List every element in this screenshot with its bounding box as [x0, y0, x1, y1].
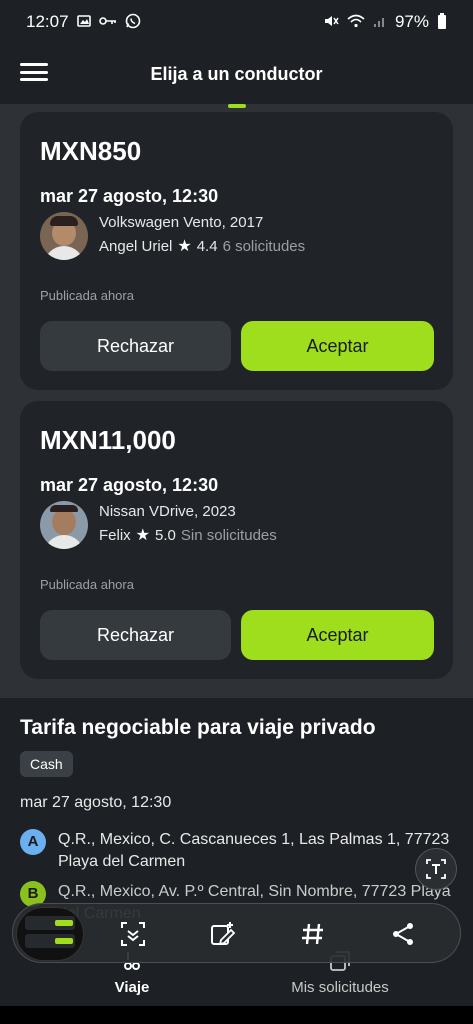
reject-button[interactable]: Rechazar	[40, 610, 231, 660]
whatsapp-icon	[125, 13, 141, 32]
screenshot-toolbar	[12, 903, 461, 963]
signal-icon	[373, 14, 387, 31]
accept-button[interactable]: Aceptar	[241, 610, 434, 660]
offer-card: MXN11,000 mar 27 agosto, 12:30 Nissan VD…	[20, 401, 453, 679]
driver-name: Angel Uriel	[99, 237, 173, 255]
reject-button[interactable]: Rechazar	[40, 321, 231, 371]
hamburger-menu-icon[interactable]	[20, 60, 48, 84]
status-left: 12:07	[26, 12, 141, 32]
accept-button[interactable]: Aceptar	[241, 321, 434, 371]
mute-icon	[323, 13, 339, 32]
nav-label: Mis solicitudes	[291, 979, 389, 996]
status-bar: 12:07 97%	[0, 0, 473, 44]
offer-price: MXN850	[40, 136, 142, 166]
battery-percent: 97%	[394, 12, 429, 31]
driver-info: Angel Uriel ★ 4.4 6 solicitudes	[99, 236, 305, 256]
published-status: Publicada ahora	[40, 577, 134, 592]
scroll-capture-icon[interactable]	[117, 918, 149, 950]
drag-handle[interactable]	[228, 104, 246, 108]
image-icon	[76, 14, 91, 31]
share-icon[interactable]	[387, 918, 419, 950]
driver-avatar	[40, 501, 88, 549]
published-status: Publicada ahora	[40, 288, 134, 303]
app-header: Elija a un conductor	[0, 44, 473, 104]
stop-marker-a: A	[20, 829, 46, 855]
edit-screenshot-icon[interactable]	[207, 918, 239, 950]
driver-requests: Sin solicitudes	[180, 526, 277, 544]
screenshot-thumbnail[interactable]	[16, 907, 84, 961]
nav-label: Viaje	[114, 979, 150, 996]
driver-requests: 6 solicitudes	[222, 237, 306, 255]
offer-datetime: mar 27 agosto, 12:30	[40, 475, 219, 495]
driver-rating: 4.4	[196, 237, 218, 255]
payment-badge: Cash	[20, 751, 73, 777]
vehicle-info: Nissan VDrive, 2023	[99, 503, 236, 520]
status-time: 12:07	[26, 12, 69, 31]
stop-address: Q.R., Mexico, C. Cascanueces 1, Las Palm…	[58, 831, 450, 870]
wifi-icon	[347, 14, 365, 31]
vehicle-info: Volkswagen Vento, 2017	[99, 214, 264, 231]
driver-rating: 5.0	[155, 526, 176, 544]
star-icon: ★	[177, 238, 192, 255]
page-title: Elija a un conductor	[150, 63, 323, 84]
key-icon	[98, 14, 117, 30]
trip-title: Tarifa negociable para viaje privado	[20, 716, 376, 739]
system-gesture-bar	[0, 1006, 473, 1024]
star-icon: ★	[135, 527, 151, 544]
offer-price: MXN11,000	[40, 425, 176, 455]
driver-info: Felix ★ 5.0 Sin solicitudes	[99, 525, 277, 545]
hashtag-icon[interactable]	[297, 918, 329, 950]
driver-avatar	[40, 212, 88, 260]
trip-date: mar 27 agosto, 12:30	[20, 794, 172, 811]
text-extract-icon[interactable]	[415, 848, 457, 890]
driver-name: Felix	[99, 526, 131, 544]
stop-a: A Q.R., Mexico, C. Cascanueces 1, Las Pa…	[20, 829, 458, 873]
offers-list[interactable]: MXN850 mar 27 agosto, 12:30 Volkswagen V…	[0, 104, 473, 698]
offer-datetime: mar 27 agosto, 12:30	[40, 186, 219, 206]
status-right: 97%	[323, 12, 447, 32]
battery-icon	[437, 12, 447, 32]
offer-card: MXN850 mar 27 agosto, 12:30 Volkswagen V…	[20, 112, 453, 390]
